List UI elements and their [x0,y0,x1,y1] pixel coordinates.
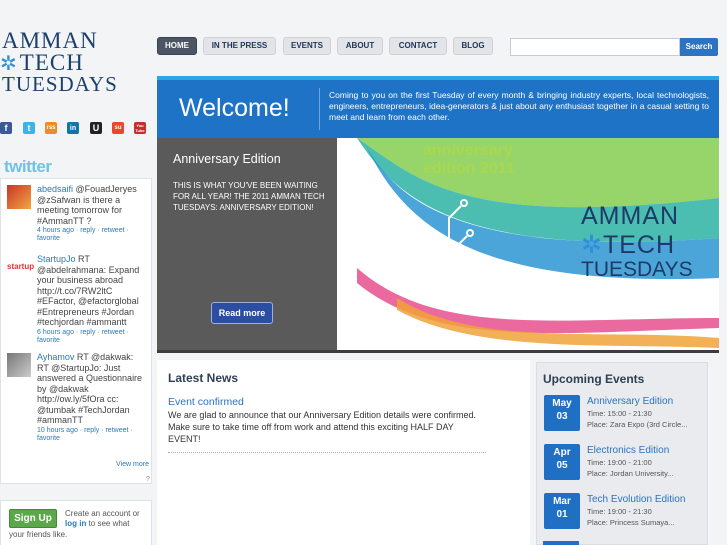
feature-divider [157,350,337,353]
event-date-badge: May 03 [544,395,580,431]
event-item[interactable]: Mar 01 Tech Evolution Edition Time: 19:00… [544,493,706,537]
facebook-icon[interactable]: f [0,122,12,134]
banner-tech-text: TECH [602,231,676,259]
banner-anniversary-text: anniversary [423,142,513,159]
tweet-text: RT @dakwak: RT @StartupJo: Just answered… [37,352,143,425]
signup-text-2: your friends like. [9,530,68,539]
tweet-user[interactable]: StartupJo [37,254,76,264]
event-item[interactable]: Apr 05 Electronics Edition Time: 19:00 - … [544,444,706,488]
tweet-text: RT @abdelrahmana: Expand your business a… [37,254,140,327]
event-title[interactable]: Anniversary Edition [587,396,673,407]
welcome-divider [319,88,320,130]
signup-text: Create an account or [65,509,140,518]
nav-home[interactable]: HOME [157,37,197,55]
tweet-meta[interactable]: 10 hours ago · reply · retweet · favorit… [37,427,147,443]
help-link[interactable]: ? [146,476,150,483]
tweet-meta[interactable]: 6 hours ago · reply · retweet · favorite [37,329,147,345]
youtube-icon[interactable]: You Tube [134,122,146,134]
search-input[interactable] [510,38,680,56]
rss-icon[interactable]: rss [45,122,57,134]
feature-title: Anniversary Edition [173,152,281,166]
feature-text: THIS IS WHAT YOU'VE BEEN WAITING FOR ALL… [173,181,325,212]
search-button[interactable]: Search [680,38,718,56]
welcome-banner: Welcome! Coming to you on the first Tues… [157,76,719,138]
nav-in-the-press[interactable]: IN THE PRESS [203,37,276,55]
avatar[interactable] [7,185,31,209]
twitter-logo: twitter [4,157,52,176]
upcoming-events-heading: Upcoming Events [543,372,645,386]
news-divider [168,452,486,453]
twitter-icon[interactable]: t [23,122,35,134]
ustream-icon[interactable]: U [90,122,102,134]
event-date-badge: Apr 05 [544,444,580,480]
event-date-badge: Mar 01 [544,493,580,529]
nav-events[interactable]: EVENTS [283,37,331,55]
event-item[interactable]: May 03 Anniversary Edition Time: 15:00 - … [544,395,706,439]
site-logo[interactable]: AMMAN ✲TECH TUESDAYS [0,28,117,98]
welcome-title: Welcome! [179,94,290,122]
event-place: Place: Zara Expo (3rd Circle... [587,420,688,429]
banner-star-icon: ✲ [581,231,603,259]
welcome-text: Coming to you on the first Tuesday of ev… [329,90,709,122]
tweet-user[interactable]: abedsaifi [37,184,73,194]
nav-about[interactable]: ABOUT [337,37,383,55]
banner-edition-text: edition 2011 [423,160,515,177]
event-time: Time: 19:00 - 21:00 [587,458,652,467]
latest-news-heading: Latest News [168,371,239,385]
signup-box: Sign Up Create an account or log in to s… [0,500,152,545]
banner-amman-text: AMMAN [581,202,680,230]
banner-tuesdays-text: TUESDAYS [581,258,693,281]
nav-blog[interactable]: BLOG [453,37,493,55]
read-more-button[interactable]: Read more [211,302,273,324]
event-title[interactable]: Electronics Edition [587,445,669,456]
feature-panel: Anniversary Edition THIS IS WHAT YOU'VE … [157,138,337,353]
event-title[interactable]: Tech Evolution Edition [587,494,685,505]
view-more-link[interactable]: View more [116,461,149,468]
latest-news-section: Latest News Event confirmed We are glad … [157,360,530,545]
event-time: Time: 15:00 - 21:30 [587,409,652,418]
feature-banner-image[interactable]: anniversary edition 2011 AMMAN ✲TECH TUE… [337,138,719,353]
event-time: Time: 19:00 - 21:30 [587,507,652,516]
linkedin-icon[interactable]: in [67,122,79,134]
avatar[interactable] [7,353,31,377]
login-link[interactable]: log in [65,519,86,528]
event-place: Place: Jordan University... [587,469,674,478]
stumbleupon-icon[interactable]: su [112,122,124,134]
news-item-text: We are glad to announce that our Anniver… [168,410,477,444]
event-date-badge-partial [543,541,579,545]
tweet-user[interactable]: Ayhamov [37,352,74,362]
signup-button[interactable]: Sign Up [9,509,57,528]
twitter-feed: abedsaifi @FouadJeryes @zSafwan is there… [0,178,152,484]
logo-line-tuesdays: TUESDAYS [2,72,118,96]
tweet-meta[interactable]: 4 hours ago · reply · retweet · favorite [37,227,147,243]
nav-contact[interactable]: CONTACT [389,37,447,55]
event-place: Place: Princess Sumaya... [587,518,675,527]
avatar[interactable]: startup [7,255,34,279]
upcoming-events-section: Upcoming Events May 03 Anniversary Editio… [536,362,708,545]
news-item-title[interactable]: Event confirmed [168,396,244,408]
